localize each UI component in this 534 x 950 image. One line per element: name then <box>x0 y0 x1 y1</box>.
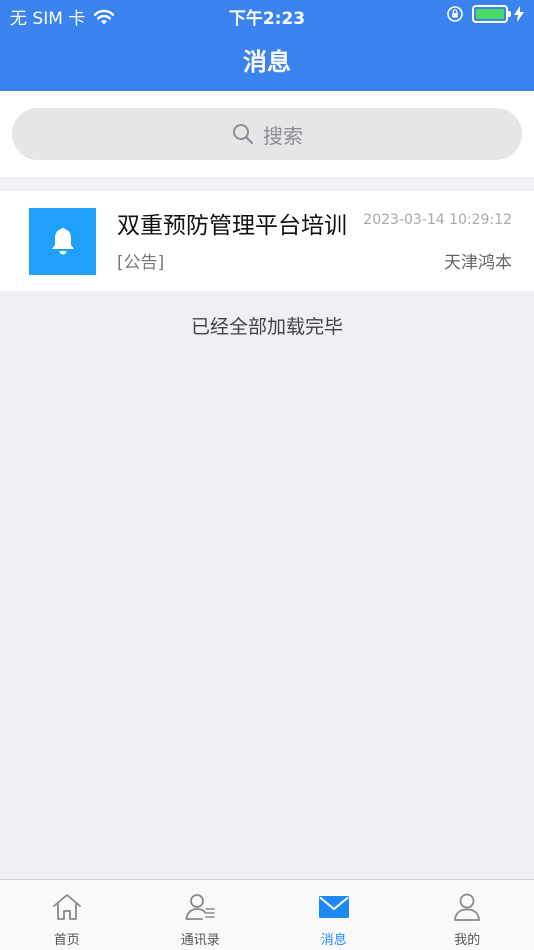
battery-level <box>476 9 504 19</box>
tab-home-label: 首页 <box>53 933 80 948</box>
mail-icon <box>318 896 349 918</box>
tab-profile[interactable]: 我的 <box>401 880 534 950</box>
message-sender: 天津鸿本 <box>444 253 512 273</box>
message-item[interactable]: 双重预防管理平台培训 2023-03-14 10:29:12 [公告] 天津鸿本 <box>0 191 534 291</box>
tab-messages-label: 消息 <box>320 933 347 948</box>
rotation-lock-icon <box>447 6 463 22</box>
search-area: 搜索 <box>0 91 534 177</box>
tab-bar: 首页 通讯录 消息 我的 <box>0 879 534 950</box>
search-placeholder: 搜索 <box>263 123 303 148</box>
page-title: 消息 <box>243 48 291 76</box>
list-end-text: 已经全部加载完毕 <box>190 316 343 338</box>
tab-profile-label: 我的 <box>454 933 481 948</box>
notice-icon-tile <box>29 208 96 275</box>
message-title: 双重预防管理平台培训 <box>117 213 347 239</box>
tab-contacts-label: 通讯录 <box>180 933 220 948</box>
status-right <box>446 5 524 23</box>
tab-home[interactable]: 首页 <box>0 880 134 950</box>
home-icon <box>52 894 81 920</box>
message-time: 2023-03-14 10:29:12 <box>363 212 512 228</box>
user-icon <box>454 893 481 921</box>
status-bar: 无 SIM 卡 下午2:23 <box>0 0 534 30</box>
bell-icon <box>51 227 74 254</box>
message-type: [公告] <box>117 253 165 273</box>
battery-icon <box>472 5 511 23</box>
header: 无 SIM 卡 下午2:23 消息 <box>0 0 534 91</box>
tab-messages[interactable]: 消息 <box>267 880 401 950</box>
contacts-icon <box>185 894 216 920</box>
tab-contacts[interactable]: 通讯录 <box>134 880 268 950</box>
search-icon <box>233 124 254 145</box>
search-input[interactable]: 搜索 <box>12 108 522 160</box>
charging-bolt-icon <box>514 6 524 22</box>
